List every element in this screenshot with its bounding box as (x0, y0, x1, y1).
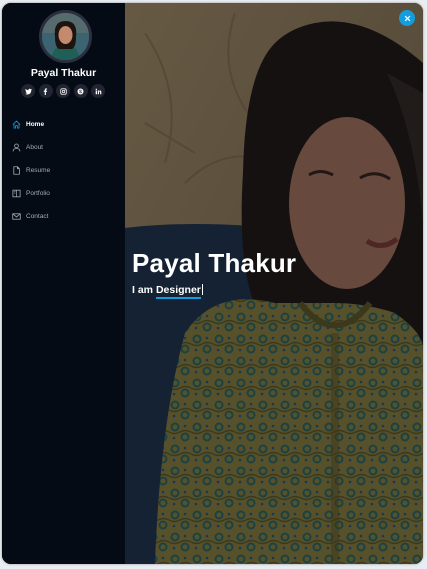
menu-toggle-button[interactable] (399, 10, 415, 26)
envelope-icon (12, 212, 21, 221)
hero-section: Payal Thakur I am Designer (125, 3, 423, 564)
close-icon (404, 15, 410, 21)
nav-item-portfolio[interactable]: Portfolio (12, 182, 122, 205)
twitter-icon[interactable] (21, 84, 35, 98)
nav-label-home: Home (26, 121, 45, 128)
nav-label-contact: Contact (26, 213, 49, 220)
sidebar: Payal Thakur Home About Resume Portfolio… (2, 3, 125, 564)
facebook-icon[interactable] (38, 84, 53, 98)
book-icon (12, 189, 21, 198)
profile-avatar (39, 10, 92, 63)
user-icon (12, 143, 21, 152)
nav-item-home[interactable]: Home (12, 113, 122, 136)
skype-icon[interactable] (73, 84, 88, 98)
instagram-icon[interactable] (56, 84, 70, 98)
profile-name: Payal Thakur (30, 67, 97, 79)
hero-subtitle: I am Designer (132, 284, 203, 299)
nav-label-portfolio: Portfolio (26, 190, 50, 197)
nav-label-about: About (26, 144, 43, 151)
typed-text: Designer (155, 284, 201, 299)
nav-label-resume: Resume (26, 167, 51, 174)
social-links (21, 84, 105, 98)
nav-item-resume[interactable]: Resume (12, 159, 122, 182)
file-icon (12, 166, 21, 175)
hero-title: Payal Thakur (132, 248, 297, 278)
nav-item-about[interactable]: About (12, 136, 122, 159)
nav-menu: Home About Resume Portfolio Contact (12, 113, 122, 228)
home-icon (12, 120, 21, 129)
app-window: Payal Thakur Home About Resume Portfolio… (2, 3, 423, 564)
typed-cursor (201, 284, 203, 295)
linkedin-icon[interactable] (91, 84, 105, 98)
avatar-photo-icon (42, 13, 89, 60)
nav-item-contact[interactable]: Contact (12, 205, 122, 228)
hero-prefix: I am (132, 284, 154, 296)
